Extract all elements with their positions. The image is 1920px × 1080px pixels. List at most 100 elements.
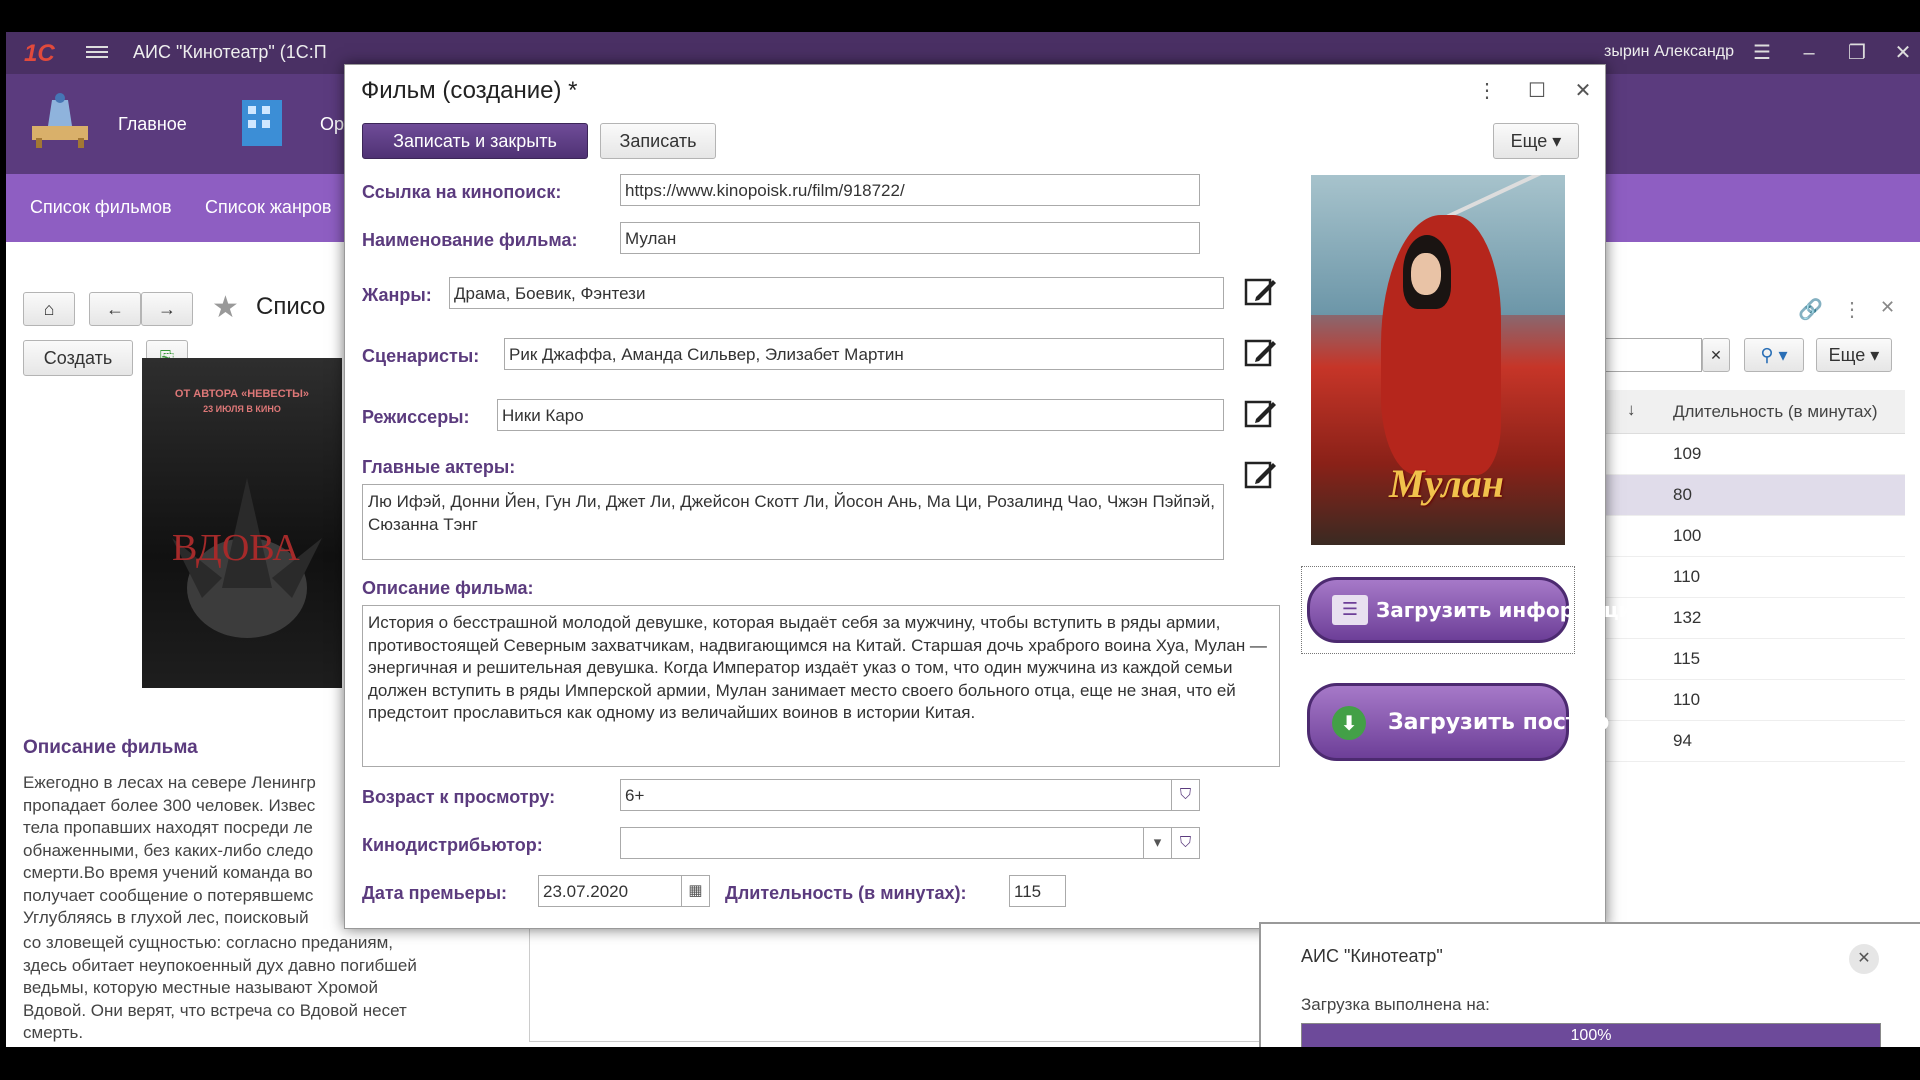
film-poster: Мулан: [1311, 175, 1565, 545]
choose-age-icon[interactable]: ⛉: [1171, 780, 1199, 810]
genres-label: Жанры:: [362, 285, 432, 305]
edit-writers-icon[interactable]: [1243, 336, 1277, 370]
edit-genres-icon[interactable]: [1243, 275, 1277, 309]
dialog-more-label: Еще: [1510, 131, 1548, 151]
premiere-label: Дата премьеры:: [362, 883, 508, 903]
distributor-label: Кинодистрибьютор:: [362, 835, 543, 855]
restore-icon[interactable]: ❐: [1844, 40, 1870, 66]
description-label: Описание фильма:: [362, 578, 534, 598]
forward-button[interactable]: →: [141, 292, 193, 326]
dialog-more-button[interactable]: Еще ▾: [1493, 123, 1579, 159]
list-title: Списо: [256, 293, 326, 320]
table-row[interactable]: 110: [1603, 557, 1905, 598]
table-row[interactable]: 109: [1603, 434, 1905, 475]
premiere-field[interactable]: 23.07.2020 ▦: [538, 875, 710, 907]
table-row[interactable]: 100: [1603, 516, 1905, 557]
film-description-title: Описание фильма: [23, 737, 198, 758]
film-name-label: Наименование фильма:: [362, 230, 578, 250]
more-vert-icon[interactable]: ⋮: [1842, 297, 1862, 322]
search-input[interactable]: [1602, 338, 1702, 372]
section-main[interactable]: Главное: [28, 92, 198, 152]
actors-label: Главные актеры:: [362, 457, 516, 477]
age-value: 6+: [625, 786, 645, 805]
poster-title: Мулан: [1389, 461, 1504, 506]
load-poster-button[interactable]: ⬇ Загрузить постер: [1307, 683, 1609, 761]
poster-tagline: ОТ АВТОРА «НЕВЕСТЫ»: [174, 388, 310, 400]
notification-panel: АИС "Кинотеатр" ✕ Загрузка выполнена на:…: [1259, 922, 1920, 1047]
kinopoisk-field[interactable]: https://www.kinopoisk.ru/film/918722/: [620, 174, 1200, 206]
load-info-button[interactable]: ☰ Загрузить информацию: [1307, 577, 1652, 643]
section-operations[interactable]: Ор: [234, 92, 344, 152]
duration-field[interactable]: 115: [1009, 875, 1066, 907]
desk-icon: [32, 93, 88, 148]
dropdown-icon[interactable]: ▾: [1143, 828, 1171, 858]
table-row[interactable]: 94: [1603, 721, 1905, 762]
poster-face: [1411, 253, 1441, 295]
home-button[interactable]: ⌂: [23, 292, 75, 326]
edit-directors-icon[interactable]: [1243, 397, 1277, 431]
duration-cell: 110: [1673, 690, 1701, 709]
load-info-label: Загрузить информацию: [1376, 598, 1653, 622]
list-more-button[interactable]: Еще ▾: [1816, 338, 1892, 372]
duration-cell: 94: [1673, 731, 1692, 750]
writers-field[interactable]: Рик Джаффа, Аманда Сильвер, Элизабет Мар…: [504, 338, 1224, 370]
settings-icon[interactable]: ☰: [1749, 40, 1775, 66]
table-row[interactable]: 80: [1603, 475, 1905, 516]
favorite-star-icon[interactable]: ★: [212, 290, 239, 325]
table-header: ↓ Длительность (в минутах): [1603, 390, 1905, 434]
section-label: Главное: [118, 114, 187, 134]
film-name-field[interactable]: Мулан: [620, 222, 1200, 254]
age-field[interactable]: 6+ ⛉: [620, 779, 1200, 811]
link-icon[interactable]: 🔗: [1798, 297, 1823, 322]
maximize-icon[interactable]: ☐: [1525, 79, 1549, 103]
duration-cell: 132: [1673, 608, 1702, 627]
app-title: АИС "Кинотеатр" (1С:П: [133, 42, 327, 62]
writers-label: Сценаристы:: [362, 346, 480, 366]
load-poster-label: Загрузить постер: [1388, 710, 1610, 735]
kinopoisk-label: Ссылка на кинопоиск:: [362, 182, 562, 202]
background-film-poster: ОТ АВТОРА «НЕВЕСТЫ» 23 ИЮЛЯ В КИНО ВДОВА: [142, 358, 342, 688]
clear-search-icon[interactable]: ✕: [1702, 338, 1730, 372]
more-vert-icon[interactable]: ⋮: [1475, 79, 1499, 103]
actors-field[interactable]: Лю Ифэй, Донни Йен, Гун Ли, Джет Ли, Дже…: [362, 484, 1224, 560]
nav-item-genres[interactable]: Список жанров: [205, 197, 331, 218]
table-row[interactable]: 115: [1603, 639, 1905, 680]
nav-item-films[interactable]: Список фильмов: [30, 197, 172, 218]
duration-cell: 115: [1673, 649, 1701, 668]
close-icon[interactable]: ✕: [1890, 40, 1916, 66]
app-window: 1С АИС "Кинотеатр" (1С:П зырин Александр…: [6, 32, 1920, 1047]
film-create-dialog: Фильм (создание) * ⋮ ☐ ✕ Записать и закр…: [344, 64, 1652, 929]
close-list-icon[interactable]: ✕: [1880, 297, 1895, 318]
notification-message: Загрузка выполнена на:: [1301, 995, 1490, 1014]
minimize-icon[interactable]: –: [1796, 40, 1822, 66]
menu-icon[interactable]: [86, 43, 108, 61]
save-and-close-button[interactable]: Записать и закрыть: [362, 123, 588, 159]
genres-field[interactable]: Драма, Боевик, Фэнтези: [449, 277, 1224, 309]
close-icon[interactable]: ✕: [1571, 79, 1595, 103]
app-logo: 1С: [24, 40, 55, 67]
sort-arrow-icon[interactable]: ↓: [1627, 400, 1636, 420]
info-document-icon: ☰: [1332, 595, 1368, 625]
download-icon: ⬇: [1332, 706, 1366, 740]
create-button[interactable]: Создать: [23, 340, 133, 376]
notification-title: АИС "Кинотеатр": [1301, 946, 1443, 966]
poster-date: 23 ИЮЛЯ В КИНО: [203, 404, 281, 414]
directors-field[interactable]: Ники Каро: [497, 399, 1224, 431]
edit-actors-icon[interactable]: [1243, 458, 1277, 492]
search-icon[interactable]: ⚲ ▾: [1744, 338, 1804, 372]
distributor-field[interactable]: ▾ ⛉: [620, 827, 1200, 859]
column-duration[interactable]: Длительность (в минутах): [1673, 402, 1878, 422]
save-button[interactable]: Записать: [600, 123, 716, 159]
duration-cell: 110: [1673, 567, 1701, 586]
duration-label: Длительность (в минутах):: [725, 883, 967, 903]
description-field[interactable]: История о бесстрашной молодой девушке, к…: [362, 605, 1280, 767]
directors-label: Режиссеры:: [362, 407, 470, 427]
user-name[interactable]: зырин Александр: [1604, 43, 1734, 61]
close-notification-icon[interactable]: ✕: [1849, 944, 1879, 974]
duration-cell: 80: [1673, 485, 1692, 504]
calendar-icon[interactable]: ▦: [681, 876, 709, 906]
back-button[interactable]: ←: [89, 292, 141, 326]
choose-distributor-icon[interactable]: ⛉: [1171, 828, 1199, 858]
screen: 1С АИС "Кинотеатр" (1С:П зырин Александр…: [0, 0, 1920, 1080]
table-row[interactable]: 110: [1603, 680, 1905, 721]
